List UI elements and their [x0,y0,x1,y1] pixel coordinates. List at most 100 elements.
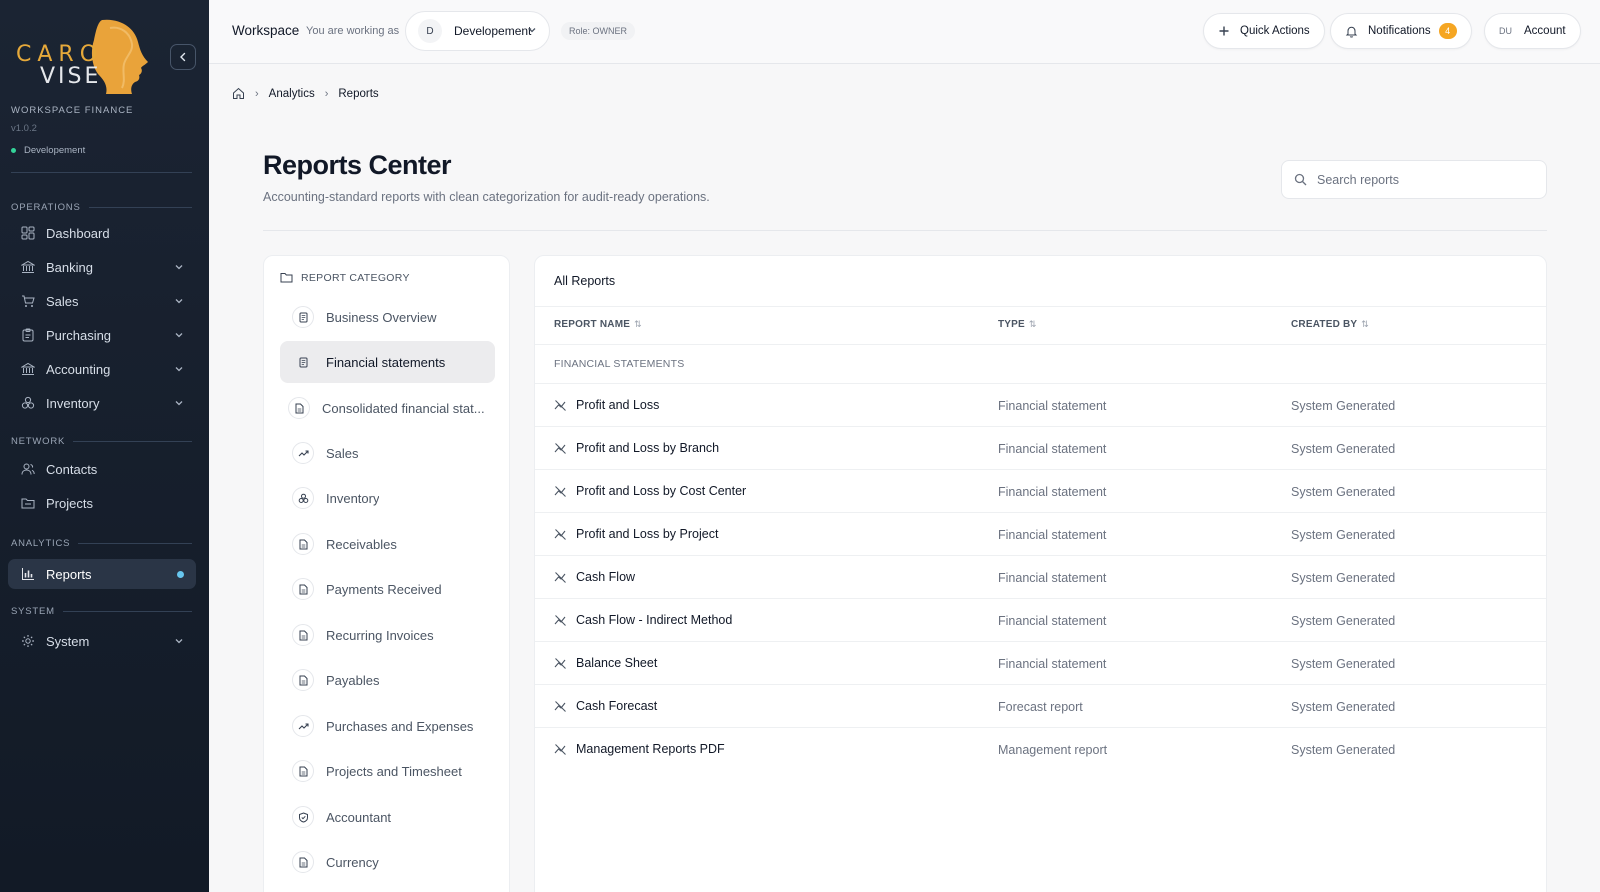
search-input[interactable] [1317,172,1537,187]
column-header-created-by[interactable]: CREATED BY ⇅ [1291,319,1369,330]
report-chart-icon [554,657,567,670]
report-name-cell[interactable]: Profit and Loss [554,398,659,412]
sidebar-item-banking[interactable]: Banking [8,252,196,282]
category-label: Financial statements [326,354,446,370]
category-purchases-and-expenses[interactable]: Purchases and Expenses [280,705,495,747]
quick-actions-label: Quick Actions [1240,25,1310,37]
category-currency[interactable]: Currency [280,841,495,883]
file-icon [292,669,314,691]
report-name-cell[interactable]: Management Reports PDF [554,742,725,756]
breadcrumb-separator-icon: › [324,87,329,100]
sidebar-divider [11,172,192,173]
category-label: Purchases and Expenses [326,718,474,734]
report-chart-icon [554,399,567,412]
workspace-selector[interactable]: D Developement [405,11,550,51]
sidebar-item-label: Accounting [46,361,111,377]
category-label: Projects and Timesheet [326,763,462,779]
notifications-button[interactable]: Notifications 4 [1330,13,1472,49]
column-header-type[interactable]: TYPE ⇅ [998,319,1037,330]
report-type-cell: Financial statement [998,528,1107,542]
report-name-cell[interactable]: Cash Flow - Indirect Method [554,613,732,627]
report-name: Management Reports PDF [576,742,725,756]
quick-actions-button[interactable]: Quick Actions [1203,13,1325,49]
column-header-report-name[interactable]: REPORT NAME ⇅ [554,319,642,330]
category-label: Payments Received [326,581,442,597]
category-projects-and-timesheet[interactable]: Projects and Timesheet [280,750,495,792]
file-icon [288,397,310,419]
report-name: Cash Flow - Indirect Method [576,613,733,627]
breadcrumb-separator-icon: › [255,87,259,100]
category-payments-received[interactable]: Payments Received [280,568,495,610]
table-row[interactable]: Cash Flow - Indirect Method Financial sta… [535,599,1546,642]
sidebar-section-analytics: ANALYTICS [11,538,192,549]
bar-chart-icon [20,566,36,582]
gear-icon [20,633,36,649]
sidebar-item-purchasing[interactable]: Purchasing [8,320,196,350]
workspace-name: Developement [454,24,532,38]
table-row[interactable]: Management Reports PDF Management report S… [535,728,1546,771]
category-receivables[interactable]: Receivables [280,523,495,565]
category-label: Receivables [326,536,397,552]
category-accountant[interactable]: Accountant [280,796,495,838]
account-label: Account [1524,25,1566,37]
report-name: Profit and Loss by Branch [576,441,720,455]
table-row[interactable]: Profit and Loss Financial statement System… [535,384,1546,427]
sidebar-item-accounting[interactable]: Accounting [8,354,196,384]
report-name-cell[interactable]: Profit and Loss by Project [554,527,718,541]
report-name-cell[interactable]: Cash Forecast [554,699,657,713]
sidebar-item-projects[interactable]: Projects [8,488,196,518]
table-row[interactable]: Cash Flow Financial statement System Gener… [535,556,1546,599]
carovise-logo[interactable]: CARO VISE [14,18,154,94]
category-business-overview[interactable]: Business Overview [280,296,495,338]
category-recurring-invoices[interactable]: Recurring Invoices [280,614,495,656]
search-box[interactable] [1281,160,1547,199]
table-row[interactable]: Profit and Loss by Cost Center Financial … [535,470,1546,513]
boxes-icon [20,395,36,411]
collapse-sidebar-button[interactable] [170,44,196,70]
page-subtitle: Accounting-standard reports with clean c… [263,190,710,204]
report-name-cell[interactable]: Profit and Loss by Branch [554,441,719,455]
account-avatar: DU [1499,26,1512,36]
sidebar: CARO VISE WORKSPACE FINANCE v1.0.2 Devel… [0,0,209,892]
home-icon[interactable] [232,87,245,100]
table-row[interactable]: Profit and Loss by Branch Financial state… [535,427,1546,470]
breadcrumb-analytics[interactable]: Analytics [269,88,315,100]
sidebar-section-network: NETWORK [11,436,192,447]
category-payables[interactable]: Payables [280,659,495,701]
report-name: Profit and Loss by Project [576,527,719,541]
category-consolidated-financial-statements[interactable]: Consolidated financial stat... [280,387,495,429]
chevron-down-icon [174,634,184,649]
category-inventory[interactable]: Inventory [280,477,495,519]
sidebar-item-contacts[interactable]: Contacts [8,454,196,484]
sidebar-item-system[interactable]: System [8,626,196,656]
sidebar-item-sales[interactable]: Sales [8,286,196,316]
table-row[interactable]: Balance Sheet Financial statement System G… [535,642,1546,685]
report-name: Profit and Loss [576,398,660,412]
report-chart-icon [554,528,567,541]
bell-icon [1345,25,1358,38]
table-row[interactable]: Cash Forecast Forecast report System Gener… [535,685,1546,728]
top-bar: Workspace You are working as D Developem… [209,0,1600,64]
category-financial-statements[interactable]: Financial statements [280,341,495,383]
report-created-by-cell: System Generated [1291,657,1396,671]
sidebar-item-reports[interactable]: Reports [8,559,196,589]
account-button[interactable]: DU Account [1484,13,1581,49]
sidebar-item-label: Inventory [46,395,100,411]
category-sales[interactable]: Sales [280,432,495,474]
report-name-cell[interactable]: Cash Flow [554,570,635,584]
report-name-cell[interactable]: Profit and Loss by Cost Center [554,484,746,498]
group-label-financial-statements: FINANCIAL STATEMENTS [554,358,685,370]
breadcrumb-reports: Reports [338,87,379,100]
sidebar-item-dashboard[interactable]: Dashboard [8,218,196,248]
chevron-left-icon [180,52,186,62]
sidebar-item-inventory[interactable]: Inventory [8,388,196,418]
report-created-by-cell: System Generated [1291,614,1396,628]
logo-text-bottom: VISE [40,64,102,89]
table-row[interactable]: Profit and Loss by Project Financial stat… [535,513,1546,556]
report-name-cell[interactable]: Balance Sheet [554,656,657,670]
sidebar-item-label: Reports [46,566,92,582]
report-type-cell: Financial statement [998,614,1107,628]
report-chart-icon [554,614,567,627]
document-icon [292,351,314,373]
report-chart-icon [554,485,567,498]
